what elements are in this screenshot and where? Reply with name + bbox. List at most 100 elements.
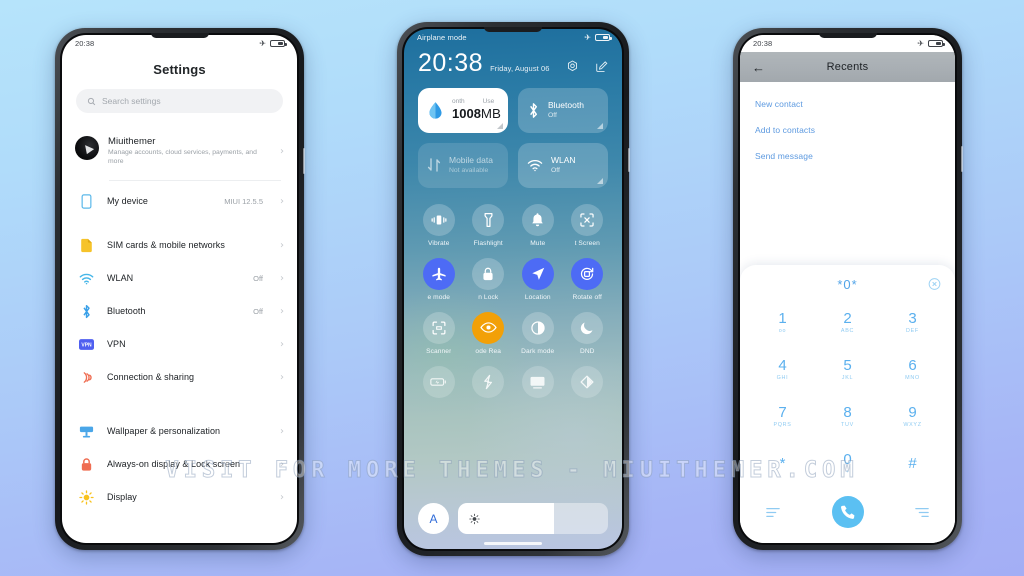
toggle-mute[interactable]: Mute xyxy=(513,200,563,254)
toggle-screen-lock[interactable]: n Lock xyxy=(464,254,514,308)
clock-date: Friday, August 06 xyxy=(490,63,550,73)
toggle-label: Location xyxy=(524,293,551,301)
toggle-cast[interactable] xyxy=(513,362,563,409)
home-indicator[interactable] xyxy=(484,542,542,545)
edit-icon[interactable] xyxy=(595,60,608,73)
toggle-reading-mode[interactable]: ode Rea xyxy=(464,308,514,362)
settings-row-wlan[interactable]: WLAN Off › xyxy=(62,262,297,295)
settings-row-bluetooth[interactable]: Bluetooth Off › xyxy=(62,295,297,328)
airplane-icon: ✈ xyxy=(917,38,924,48)
key-letters: GHI xyxy=(776,374,789,381)
battery-saver-icon xyxy=(422,365,455,398)
phone-icon xyxy=(78,193,95,210)
toggle-location[interactable]: Location xyxy=(513,254,563,308)
key-digit: 4 xyxy=(778,357,787,375)
settings-row-connection-sharing[interactable]: Connection & sharing › xyxy=(62,361,297,394)
settings-row-vpn[interactable]: VPN VPN › xyxy=(62,328,297,361)
toggle-label: t Screen xyxy=(574,239,600,247)
call-button[interactable] xyxy=(831,496,864,528)
auto-brightness-button[interactable]: A xyxy=(418,503,449,534)
backspace-circle-icon[interactable] xyxy=(928,278,941,291)
contrast-icon xyxy=(521,311,554,344)
dial-key-7[interactable]: 7 PQRS xyxy=(750,393,815,440)
rotate-icon xyxy=(571,257,604,290)
key-digit: 3 xyxy=(908,310,917,328)
clock-time: 20:38 xyxy=(418,49,484,77)
settings-row-wallpaper[interactable]: Wallpaper & personalization › xyxy=(62,415,297,448)
chevron-right-icon: › xyxy=(280,425,284,437)
control-center-screen: Airplane mode ✈ 20:38 Friday, August 06 xyxy=(404,29,622,549)
dial-key-8[interactable]: 8 TUV xyxy=(815,393,880,440)
toggle-dnd[interactable]: DND xyxy=(563,308,613,362)
status-airplane-label: Airplane mode xyxy=(417,33,467,42)
expand-corner-icon[interactable] xyxy=(497,122,503,129)
toggle-scanner[interactable]: Scanner xyxy=(414,308,464,362)
earpiece-notch xyxy=(484,27,542,32)
card-mobile-data[interactable]: Mobile data Not available xyxy=(418,142,508,188)
toggle-row-4 xyxy=(414,362,612,409)
toggle-label: Rotate off xyxy=(572,293,602,301)
dial-key-hash[interactable]: # xyxy=(880,440,945,487)
row-label: Display xyxy=(107,491,137,502)
quick-cards-row-1: onth Use 1008MB Bluetooth Off xyxy=(404,87,622,143)
list-right-icon[interactable] xyxy=(915,507,929,518)
expand-corner-icon[interactable] xyxy=(597,177,603,184)
settings-gear-icon[interactable] xyxy=(566,60,579,73)
moon-icon xyxy=(571,311,604,344)
vibrate-icon xyxy=(422,203,455,236)
toggle-flashlight[interactable]: Flashlight xyxy=(464,200,514,254)
toggle-label: Vibrate xyxy=(428,239,450,247)
card-data-usage[interactable]: onth Use 1008MB xyxy=(418,87,508,133)
dial-key-0[interactable]: 0 + xyxy=(815,440,880,487)
card-wlan[interactable]: WLAN Off xyxy=(518,142,608,188)
settings-row-display[interactable]: Display › xyxy=(62,481,297,514)
toggle-screenshot[interactable]: t Screen xyxy=(563,200,613,254)
menu-item-send-message[interactable]: Send message xyxy=(740,143,955,169)
toggle-label: Flashlight xyxy=(473,239,503,247)
dial-key-3[interactable]: 3 DEF xyxy=(880,299,945,346)
card-subtitle: Off xyxy=(551,166,560,174)
power-button[interactable] xyxy=(628,148,630,172)
dial-key-1[interactable]: 1 oo xyxy=(750,299,815,346)
lock-icon xyxy=(78,456,95,473)
dialer-screen: 20:38 ✈ ← Recents New contact Add to con… xyxy=(740,35,955,543)
settings-row-account[interactable]: Miuithemer Manage accounts, cloud servic… xyxy=(62,127,297,176)
dial-key-star[interactable]: * xyxy=(750,440,815,487)
toggle-rotate[interactable]: Rotate off xyxy=(563,254,613,308)
arrow-left-icon[interactable]: ← xyxy=(752,61,765,74)
search-input[interactable]: Search settings xyxy=(76,89,283,113)
dial-key-6[interactable]: 6 MNO xyxy=(880,346,945,393)
screenshot-icon xyxy=(571,203,604,236)
settings-row-sim-cards[interactable]: SIM cards & mobile networks › xyxy=(62,229,297,262)
bell-icon xyxy=(521,203,554,236)
power-button[interactable] xyxy=(303,148,305,174)
toggle-battery-saver[interactable] xyxy=(414,362,464,409)
settings-row-my-device[interactable]: My device MIUI 12.5.5 › xyxy=(62,185,297,218)
list-left-icon[interactable] xyxy=(766,507,780,518)
airplane-icon: ✈ xyxy=(259,38,266,48)
search-placeholder: Search settings xyxy=(102,96,161,106)
scanner-icon xyxy=(422,311,455,344)
expand-corner-icon[interactable] xyxy=(597,122,603,129)
toggle-label: DND xyxy=(579,347,595,355)
toggle-airplane-mode[interactable]: e mode xyxy=(414,254,464,308)
dial-key-5[interactable]: 5 JKL xyxy=(815,346,880,393)
menu-item-add-to-contacts[interactable]: Add to contacts xyxy=(740,117,955,143)
key-digit: 2 xyxy=(843,310,852,328)
airplane-icon xyxy=(422,257,455,290)
toggle-reading-light[interactable] xyxy=(563,362,613,409)
dial-entry-row: *0* xyxy=(754,271,941,297)
toggle-sync[interactable] xyxy=(464,362,514,409)
toggle-vibrate[interactable]: Vibrate xyxy=(414,200,464,254)
dial-key-9[interactable]: 9 WXYZ xyxy=(880,393,945,440)
card-bluetooth[interactable]: Bluetooth Off xyxy=(518,87,608,133)
toggle-dark-mode[interactable]: Dark mode xyxy=(513,308,563,362)
power-button[interactable] xyxy=(961,146,963,172)
battery-icon xyxy=(270,39,287,48)
lock-icon xyxy=(472,257,505,290)
dial-key-2[interactable]: 2 ABC xyxy=(815,299,880,346)
settings-row-aod-lockscreen[interactable]: Always-on display & Lock screen › xyxy=(62,448,297,481)
menu-item-new-contact[interactable]: New contact xyxy=(740,91,955,117)
brightness-slider[interactable] xyxy=(458,503,608,534)
dial-key-4[interactable]: 4 GHI xyxy=(750,346,815,393)
